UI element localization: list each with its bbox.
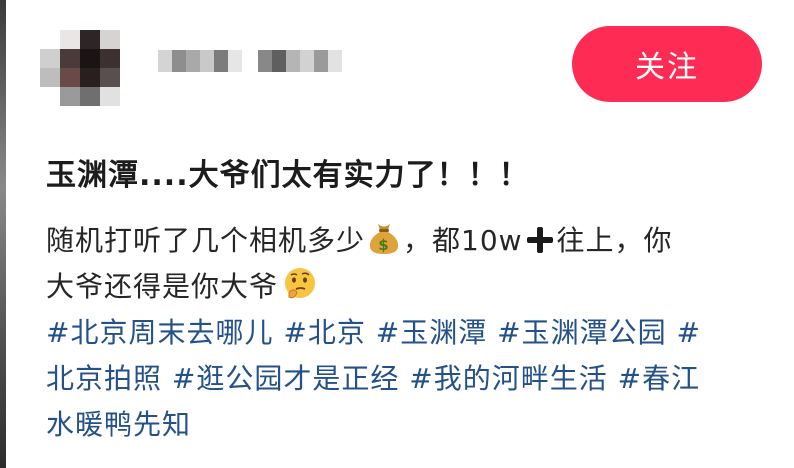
post-body-line-1: 随机打听了几个相机多少 $ ，都10w 往上，你 — [46, 218, 766, 264]
body-text-segment: 大爷还得是你大爷 — [46, 270, 279, 303]
post-body-line-2: 大爷还得是你大爷 — [46, 264, 766, 310]
hashtag[interactable]: #北京 — [283, 316, 365, 349]
money-bag-icon: $ — [369, 224, 399, 254]
hashtag[interactable]: #玉渊潭 — [376, 316, 487, 349]
hashtag[interactable]: 北京拍照 — [46, 362, 162, 395]
hashtag[interactable]: #玉渊潭公园 — [497, 316, 666, 349]
heavy-plus-icon — [526, 227, 553, 253]
hashtag[interactable]: #春江 — [618, 362, 700, 395]
svg-text:$: $ — [378, 236, 389, 254]
username-mosaic[interactable] — [158, 50, 242, 72]
hashtag-line-1: #北京周末去哪儿 #北京 #玉渊潭 #玉渊潭公园 # — [46, 310, 766, 356]
thinking-face-icon — [285, 268, 316, 299]
hashtag-line-2: 北京拍照 #逛公园才是正经 #我的河畔生活 #春江 — [46, 356, 766, 402]
body-text-segment: ，都10w — [403, 224, 523, 257]
body-text-segment: 往上，你 — [556, 224, 673, 257]
hashtag[interactable]: # — [677, 316, 701, 349]
body-text-segment: 随机打听了几个相机多少 — [46, 224, 366, 257]
post-body: 随机打听了几个相机多少 $ ，都10w 往上，你 大爷还得是你大爷 — [46, 218, 766, 310]
hashtag-list: #北京周末去哪儿 #北京 #玉渊潭 #玉渊潭公园 # 北京拍照 #逛公园才是正经… — [46, 310, 766, 448]
username-mosaic-2[interactable] — [258, 50, 342, 72]
left-edge-strip — [0, 0, 6, 468]
avatar[interactable] — [40, 30, 120, 106]
hashtag[interactable]: #北京周末去哪儿 — [46, 316, 273, 349]
follow-button[interactable]: 关注 — [572, 26, 762, 102]
hashtag[interactable]: 水暖鸭先知 — [46, 408, 191, 441]
post-card: 关注 玉渊潭....大爷们太有实力了！！！ 随机打听了几个相机多少 $ ，都10… — [0, 0, 794, 468]
post-title: 玉渊潭....大爷们太有实力了！！！ — [46, 158, 530, 193]
hashtag[interactable]: #我的河畔生活 — [409, 362, 607, 395]
hashtag-line-3: 水暖鸭先知 — [46, 402, 766, 448]
hashtag[interactable]: #逛公园才是正经 — [172, 362, 399, 395]
